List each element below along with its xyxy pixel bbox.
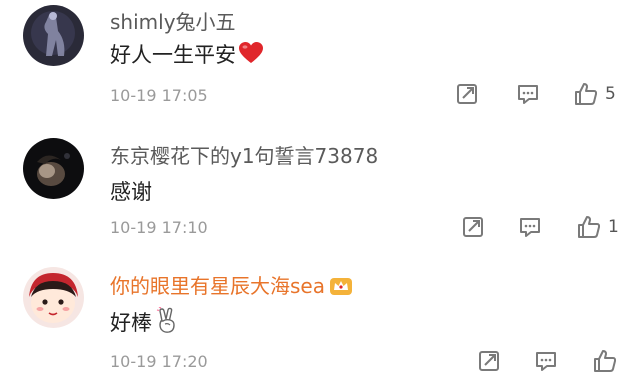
avatar[interactable] <box>23 138 84 199</box>
comment-text-content: 好棒 <box>110 311 152 335</box>
comment-icon <box>520 218 540 237</box>
comment-text: 好人一生平安 <box>110 39 264 69</box>
comment-item: 东京樱花下的y1句誓言73878 感谢 10-19 17:10 1 <box>0 125 640 255</box>
avatar[interactable] <box>23 267 84 328</box>
timestamp: 10-19 17:05 <box>110 86 208 105</box>
share-icon <box>479 351 499 371</box>
comment-icon <box>536 352 556 371</box>
share-icon <box>463 217 483 237</box>
avatar-image <box>23 5 84 66</box>
avatar-image <box>23 138 84 199</box>
like-count: 1 <box>608 217 619 237</box>
comment-item: 你的眼里有星辰大海sea 好棒 10-19 17:20 <box>0 255 640 384</box>
peace-hand-icon <box>156 307 175 333</box>
repost-button[interactable] <box>461 215 485 239</box>
comment-item: shimly兔小五 好人一生平安 10-19 17:05 5 <box>0 0 640 125</box>
heart-icon <box>239 42 263 63</box>
like-button[interactable]: 1 <box>576 214 619 240</box>
reply-button[interactable] <box>534 349 558 373</box>
thumbs-up-icon <box>575 83 598 105</box>
comment-text: 好棒 <box>110 307 178 337</box>
thumbs-up-icon <box>594 350 617 372</box>
comment-text-content: 感谢 <box>110 180 152 204</box>
like-button[interactable]: 5 <box>573 81 616 107</box>
repost-button[interactable] <box>477 349 501 373</box>
share-icon <box>457 84 477 104</box>
avatar-image <box>23 267 84 328</box>
timestamp: 10-19 17:20 <box>110 352 208 371</box>
thumbs-up-icon <box>578 216 601 238</box>
reply-button[interactable] <box>516 82 540 106</box>
timestamp: 10-19 17:10 <box>110 218 208 237</box>
reply-button[interactable] <box>518 215 542 239</box>
comment-text-content: 好人一生平安 <box>110 43 236 67</box>
username[interactable]: 你的眼里有星辰大海sea <box>110 270 353 299</box>
username[interactable]: 东京樱花下的y1句誓言73878 <box>110 140 378 169</box>
crown-icon <box>329 278 352 295</box>
username[interactable]: shimly兔小五 <box>110 6 236 35</box>
repost-button[interactable] <box>455 82 479 106</box>
comment-text: 感谢 <box>110 176 152 206</box>
like-count: 5 <box>605 84 616 104</box>
comment-icon <box>518 85 538 104</box>
username-text: 你的眼里有星辰大海sea <box>110 274 325 298</box>
avatar[interactable] <box>23 5 84 66</box>
like-button[interactable] <box>592 348 618 374</box>
